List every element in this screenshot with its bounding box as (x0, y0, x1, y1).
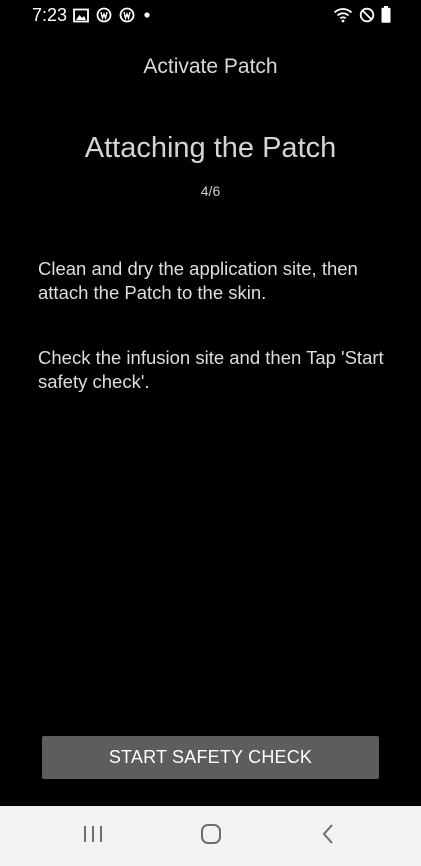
instruction-text: Check the infusion site and then Tap 'St… (38, 347, 384, 392)
app-header-title: Activate Patch (143, 55, 278, 78)
recents-button[interactable] (53, 806, 133, 866)
screen: 7:23 Activate Patch Attaching the Patch … (0, 0, 421, 866)
app-notification-icon (119, 7, 135, 23)
instruction-text: Clean and dry the application site, then… (38, 258, 358, 303)
home-icon (199, 823, 223, 850)
page-title: Attaching the Patch (84, 132, 337, 164)
wifi-icon (333, 7, 353, 23)
image-icon (73, 8, 89, 23)
status-time: 7:23 (32, 5, 68, 25)
back-icon (320, 823, 336, 850)
home-button[interactable] (171, 806, 251, 866)
dot-icon (142, 10, 152, 20)
navigation-bar (0, 806, 421, 866)
app-notification-icon (96, 7, 112, 23)
status-bar: 7:23 (0, 0, 421, 30)
battery-icon (381, 6, 391, 23)
step-indicator: 4/6 (200, 183, 221, 199)
status-right-icons (333, 6, 391, 23)
back-button[interactable] (288, 806, 368, 866)
do-not-disturb-icon (359, 7, 375, 23)
start-safety-check-button[interactable]: START SAFETY CHECK (42, 736, 379, 779)
status-left-icons (73, 7, 152, 23)
recents-icon (82, 824, 104, 849)
